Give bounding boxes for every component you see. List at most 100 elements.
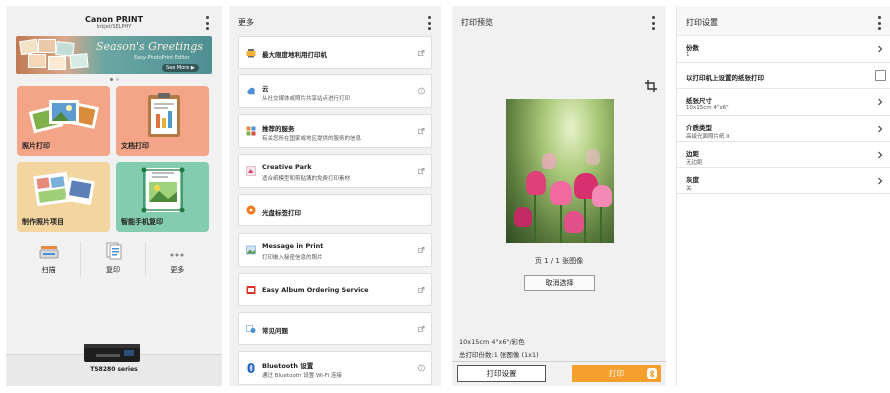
chevron-right-icon (878, 125, 883, 132)
paper-size-setting[interactable]: 纸张尺寸 10x15cm 4"x6" (677, 89, 890, 116)
scan-label: 扫描 (41, 266, 56, 274)
more-dots-icon (170, 253, 184, 257)
creative-park-icon (246, 166, 256, 176)
copies-setting[interactable]: 份数 1 (677, 36, 890, 63)
banner-card-image (69, 53, 89, 69)
album-icon (246, 285, 256, 294)
item-title: 常见问题 (262, 327, 288, 335)
setting-label: 以打印机上设置的纸张打印 (686, 74, 764, 82)
more-menu-icon[interactable] (427, 16, 431, 30)
media-type-setting[interactable]: 介质类型 高级光面照片纸 II (677, 116, 890, 142)
tulip (586, 149, 600, 165)
deselect-button[interactable]: 取消选择 (524, 275, 595, 291)
disc-label-print-item[interactable]: 光盘标签打印 (238, 194, 432, 226)
tulip (526, 171, 546, 195)
easy-album-item[interactable]: Easy Album Ordering Service (238, 273, 432, 306)
external-link-icon (418, 128, 425, 134)
banner-card-image (28, 54, 46, 68)
document-print-tile[interactable]: 文档打印 (116, 86, 209, 156)
more-title: 更多 (238, 18, 254, 27)
creative-park-item[interactable]: Creative Park 适合纸模型和剪贴簿的免费打印素材 (238, 154, 432, 188)
item-subtitle: 适合纸模型和剪贴簿的免费打印素材 (262, 176, 351, 182)
item-title: Creative Park (262, 163, 312, 171)
clipboard-document-icon (148, 93, 180, 137)
use-printer-paper-checkbox[interactable] (875, 70, 886, 81)
external-link-icon (418, 168, 425, 174)
help-icon[interactable]: ? (418, 87, 425, 95)
app-brand: Canon PRINT (84, 15, 144, 24)
home-menu-icon[interactable] (205, 16, 209, 30)
chevron-right-icon (878, 45, 883, 53)
use-printer-paper-setting[interactable]: 以打印机上设置的纸张打印 (677, 63, 890, 89)
setting-label: 份数 (686, 44, 699, 52)
tulip (542, 153, 556, 169)
disc-icon (246, 205, 256, 215)
item-title: 最大限度地利用打印机 (262, 51, 327, 59)
print-button[interactable]: 打印 (572, 365, 661, 382)
setting-value: 1 (686, 52, 690, 58)
setting-value: 高级光面照片纸 II (686, 134, 730, 140)
settings-menu-icon[interactable] (877, 16, 881, 30)
preview-title: 打印预览 (461, 18, 493, 27)
message-in-print-item[interactable]: Message in Print 打印嵌入秘密信息的照片 (238, 233, 432, 267)
preview-photo[interactable] (506, 99, 614, 243)
print-settings-button[interactable]: 打印设置 (457, 365, 546, 382)
print-preview-screen: 打印预览 页 1 / 1 张图像 取消选择 10x15cm 4"x6"/彩色 总… (452, 6, 666, 386)
preview-menu-icon[interactable] (651, 16, 655, 30)
cloud-icon (247, 87, 255, 95)
setting-label: 边距 (686, 150, 699, 158)
border-setting[interactable]: 边距 无边距 (677, 142, 890, 168)
banner-see-more-button[interactable]: See More ▶ (162, 64, 199, 72)
page-dot (115, 78, 119, 81)
tulip (550, 181, 572, 205)
page-dot-active (109, 78, 113, 81)
message-photo-icon (246, 245, 256, 255)
bluetooth-badge-icon (647, 368, 657, 379)
photo-project-tile[interactable]: 制作照片项目 (17, 162, 110, 232)
help-icon[interactable]: ? (418, 364, 425, 372)
grayscale-setting[interactable]: 灰度 关 (677, 168, 890, 194)
photo-project-label: 制作照片项目 (22, 218, 64, 226)
tulip-stem (560, 199, 562, 243)
faq-icon (246, 324, 256, 333)
setting-value: 无边距 (686, 160, 703, 166)
home-toolbar: 扫描 复印 更多 (17, 242, 209, 276)
photo-print-label: 照片打印 (22, 142, 50, 150)
bluetooth-settings-item[interactable]: Bluetooth 设置 通过 Bluetooth 设置 Wi-Fi 连接 ? (238, 351, 432, 385)
recommended-services-item[interactable]: 推荐的服务 有关您所在国家或地区提供的服务的信息 (238, 114, 432, 148)
external-link-icon (418, 286, 425, 293)
setting-value: 关 (686, 186, 692, 192)
services-grid-icon (246, 126, 256, 136)
total-copies: 总打印份数:1 张图像 (1x1) (459, 351, 539, 359)
scanner-icon (39, 246, 59, 259)
paper-info: 10x15cm 4"x6"/彩色 (459, 338, 525, 346)
item-title: 光盘标签打印 (262, 209, 301, 217)
promo-banner[interactable]: Season's Greetings Easy-PhotoPrint Edito… (16, 36, 212, 74)
bluetooth-icon (247, 363, 255, 373)
photos-icon (28, 100, 99, 134)
faq-item[interactable]: 常见问题 (238, 312, 432, 345)
app-brand-subtitle: Inkjet/SELPHY (96, 24, 132, 30)
item-subtitle: 通过 Bluetooth 设置 Wi-Fi 连接 (262, 373, 342, 379)
divider (452, 361, 666, 362)
banner-title: Season's Greetings (96, 40, 203, 53)
crop-icon[interactable] (645, 80, 657, 92)
item-title: Message in Print (262, 242, 324, 250)
printer-image[interactable] (82, 340, 144, 366)
maximize-printer-item[interactable]: 最大限度地利用打印机 (238, 36, 432, 69)
item-title: Easy Album Ordering Service (262, 286, 369, 294)
cloud-item[interactable]: 云 从社交媒体或照片共享站点进行打印 ? (238, 74, 432, 108)
banner-subtitle: Easy-PhotoPrint Editor (134, 55, 190, 61)
scan-button[interactable]: 扫描 (17, 242, 80, 276)
item-title: 云 (262, 85, 269, 93)
printer-name: TS8280 series (90, 366, 138, 373)
setting-label: 介质类型 (686, 124, 712, 132)
copy-button[interactable]: 复印 (80, 242, 144, 276)
item-title: 推荐的服务 (262, 125, 295, 133)
photo-print-tile[interactable]: 照片打印 (17, 86, 110, 156)
more-button[interactable]: 更多 (144, 242, 209, 276)
external-link-icon (418, 247, 425, 253)
document-print-label: 文档打印 (121, 142, 149, 150)
print-settings-screen: 打印设置 份数 1 以打印机上设置的纸张打印 纸张尺寸 10x15cm 4"x6… (676, 6, 890, 386)
smartphone-copy-tile[interactable]: 智能手机复印 (116, 162, 209, 232)
